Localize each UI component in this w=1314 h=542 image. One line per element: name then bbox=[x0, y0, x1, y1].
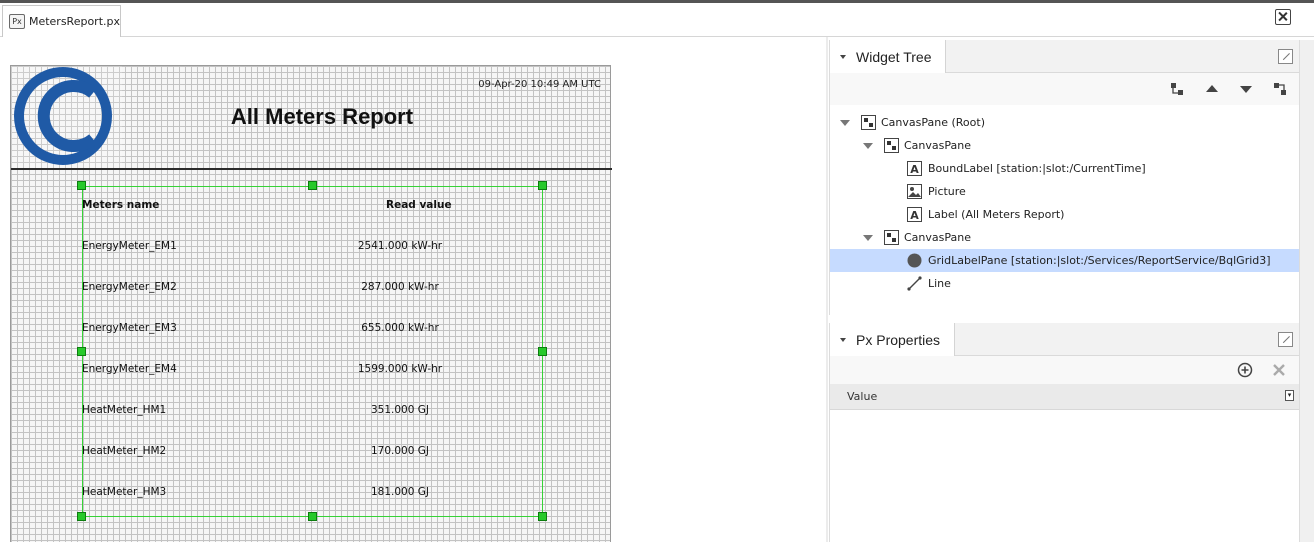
tab-px-properties[interactable]: Px Properties bbox=[830, 323, 956, 356]
move-down-icon[interactable] bbox=[1238, 81, 1254, 97]
resize-handle-nw[interactable] bbox=[77, 181, 86, 190]
view-tab-strip: Px MetersReport.px bbox=[0, 3, 1314, 37]
meter-name-cell: HeatMeter_HM2 bbox=[82, 445, 167, 457]
resize-handle-s[interactable] bbox=[308, 512, 317, 521]
maximize-icon[interactable] bbox=[1278, 49, 1293, 64]
picture-icon bbox=[907, 184, 922, 199]
widget-tree-title: Widget Tree bbox=[856, 48, 932, 65]
svg-text:A: A bbox=[910, 163, 919, 176]
px-canvas[interactable]: 09-Apr-20 10:49 AM UTC All Meters Report… bbox=[10, 65, 612, 542]
tree-node-canvaspane[interactable]: CanvasPane bbox=[830, 226, 1300, 249]
line-icon bbox=[907, 276, 922, 291]
canvas-pane-icon bbox=[884, 230, 899, 245]
tab-widget-tree[interactable]: Widget Tree bbox=[830, 40, 947, 73]
column-chooser-icon[interactable]: ▾ bbox=[1285, 390, 1294, 401]
resize-handle-sw[interactable] bbox=[77, 512, 86, 521]
expand-toggle-icon[interactable] bbox=[863, 143, 873, 149]
meter-value-cell: 2541.000 kW-hr bbox=[357, 240, 443, 252]
meter-name-cell: EnergyMeter_EM1 bbox=[82, 240, 177, 252]
add-icon[interactable] bbox=[1237, 362, 1253, 378]
column-header-read-value: Read value bbox=[386, 199, 452, 211]
vertical-scrollbar[interactable] bbox=[1299, 40, 1314, 542]
tree-node-label: Line bbox=[928, 277, 951, 290]
meter-value-cell: 655.000 kW-hr bbox=[361, 322, 439, 334]
meter-value-cell: 181.000 GJ bbox=[371, 486, 429, 498]
grid-label-pane-icon bbox=[907, 253, 922, 268]
meter-name-cell: HeatMeter_HM3 bbox=[82, 486, 167, 498]
canvas-pane-icon bbox=[861, 115, 876, 130]
px-file-icon: Px bbox=[9, 14, 25, 29]
maximize-icon[interactable] bbox=[1278, 332, 1293, 347]
canvas-pane-icon bbox=[884, 138, 899, 153]
px-properties-header: Px Properties bbox=[830, 323, 1299, 356]
tree-node-canvaspane-root[interactable]: CanvasPane (Root) bbox=[830, 111, 1300, 134]
label-icon: A bbox=[907, 161, 922, 176]
widget-tree-panel: Widget Tree CanvasPane (Root) CanvasPane… bbox=[829, 40, 1300, 315]
expand-toggle-icon[interactable] bbox=[863, 235, 873, 241]
meter-name-cell: EnergyMeter_EM2 bbox=[82, 281, 177, 293]
tab-label: MetersReport.px bbox=[28, 15, 120, 28]
resize-handle-w[interactable] bbox=[77, 347, 86, 356]
tab-meters-report[interactable]: Px MetersReport.px bbox=[2, 5, 121, 37]
meter-value-cell: 1599.000 kW-hr bbox=[357, 363, 443, 375]
meter-value-cell: 170.000 GJ bbox=[371, 445, 429, 457]
collapse-arrow-icon[interactable] bbox=[840, 54, 846, 59]
current-time-label[interactable]: 09-Apr-20 10:49 AM UTC bbox=[478, 79, 601, 90]
tree-node-label: Picture bbox=[928, 185, 966, 198]
move-up-icon[interactable] bbox=[1204, 81, 1220, 97]
tree-node-label: GridLabelPane [station:|slot:/Services/R… bbox=[928, 254, 1271, 267]
tree-node-gridlabelpane[interactable]: GridLabelPane [station:|slot:/Services/R… bbox=[830, 249, 1300, 272]
meter-value-cell: 287.000 kW-hr bbox=[361, 281, 439, 293]
px-properties-table-header: Value ▾ bbox=[830, 384, 1299, 410]
px-properties-title: Px Properties bbox=[856, 331, 941, 348]
collapse-arrow-icon[interactable] bbox=[840, 337, 846, 342]
px-properties-toolbar bbox=[830, 356, 1299, 384]
widget-tree-header: Widget Tree bbox=[830, 40, 1299, 73]
resize-handle-ne[interactable] bbox=[538, 181, 547, 190]
report-title-label[interactable]: All Meters Report bbox=[161, 104, 483, 130]
tree-node-line[interactable]: Line bbox=[830, 272, 1300, 295]
meter-value-cell: 351.000 GJ bbox=[371, 404, 429, 416]
tree-node-canvaspane[interactable]: CanvasPane bbox=[830, 134, 1300, 157]
expand-toggle-icon[interactable] bbox=[840, 120, 850, 126]
shrink-selection-icon[interactable] bbox=[1272, 81, 1288, 97]
company-logo-picture[interactable] bbox=[11, 66, 122, 169]
px-editor-canvas-area[interactable]: 09-Apr-20 10:49 AM UTC All Meters Report… bbox=[0, 37, 822, 542]
tree-node-label: CanvasPane (Root) bbox=[881, 116, 985, 129]
meter-name-cell: HeatMeter_HM1 bbox=[82, 404, 167, 416]
column-header-meters-name: Meters name bbox=[82, 199, 160, 211]
tree-node-label-all-meters[interactable]: A Label (All Meters Report) bbox=[830, 203, 1300, 226]
meter-name-cell: EnergyMeter_EM4 bbox=[82, 363, 177, 375]
resize-handle-e[interactable] bbox=[538, 347, 547, 356]
tree-node-boundlabel[interactable]: A BoundLabel [station:|slot:/CurrentTime… bbox=[830, 157, 1300, 180]
grid-label-pane[interactable]: Meters name Read value EnergyMeter_EM1 2… bbox=[77, 181, 547, 521]
px-properties-panel: Px Properties Value ▾ bbox=[829, 323, 1299, 542]
pane-splitter[interactable] bbox=[826, 37, 828, 542]
label-icon: A bbox=[907, 207, 922, 222]
column-header-value[interactable]: Value bbox=[847, 390, 877, 403]
tree-node-label: BoundLabel [station:|slot:/CurrentTime] bbox=[928, 162, 1146, 175]
tree-node-label: CanvasPane bbox=[904, 231, 971, 244]
header-line[interactable] bbox=[11, 168, 612, 170]
logo-icon bbox=[14, 67, 112, 165]
grow-selection-icon[interactable] bbox=[1169, 81, 1185, 97]
workbench-window: Px MetersReport.px 09-Apr-20 10:49 AM UT… bbox=[0, 0, 1314, 542]
tree-node-label: Label (All Meters Report) bbox=[928, 208, 1065, 221]
remove-icon[interactable] bbox=[1271, 362, 1287, 378]
close-icon[interactable] bbox=[1275, 9, 1291, 25]
tree-node-picture[interactable]: Picture bbox=[830, 180, 1300, 203]
tree-node-label: CanvasPane bbox=[904, 139, 971, 152]
svg-text:A: A bbox=[910, 209, 919, 222]
meter-name-cell: EnergyMeter_EM3 bbox=[82, 322, 177, 334]
resize-handle-n[interactable] bbox=[308, 181, 317, 190]
resize-handle-se[interactable] bbox=[538, 512, 547, 521]
widget-tree-toolbar bbox=[830, 73, 1299, 105]
